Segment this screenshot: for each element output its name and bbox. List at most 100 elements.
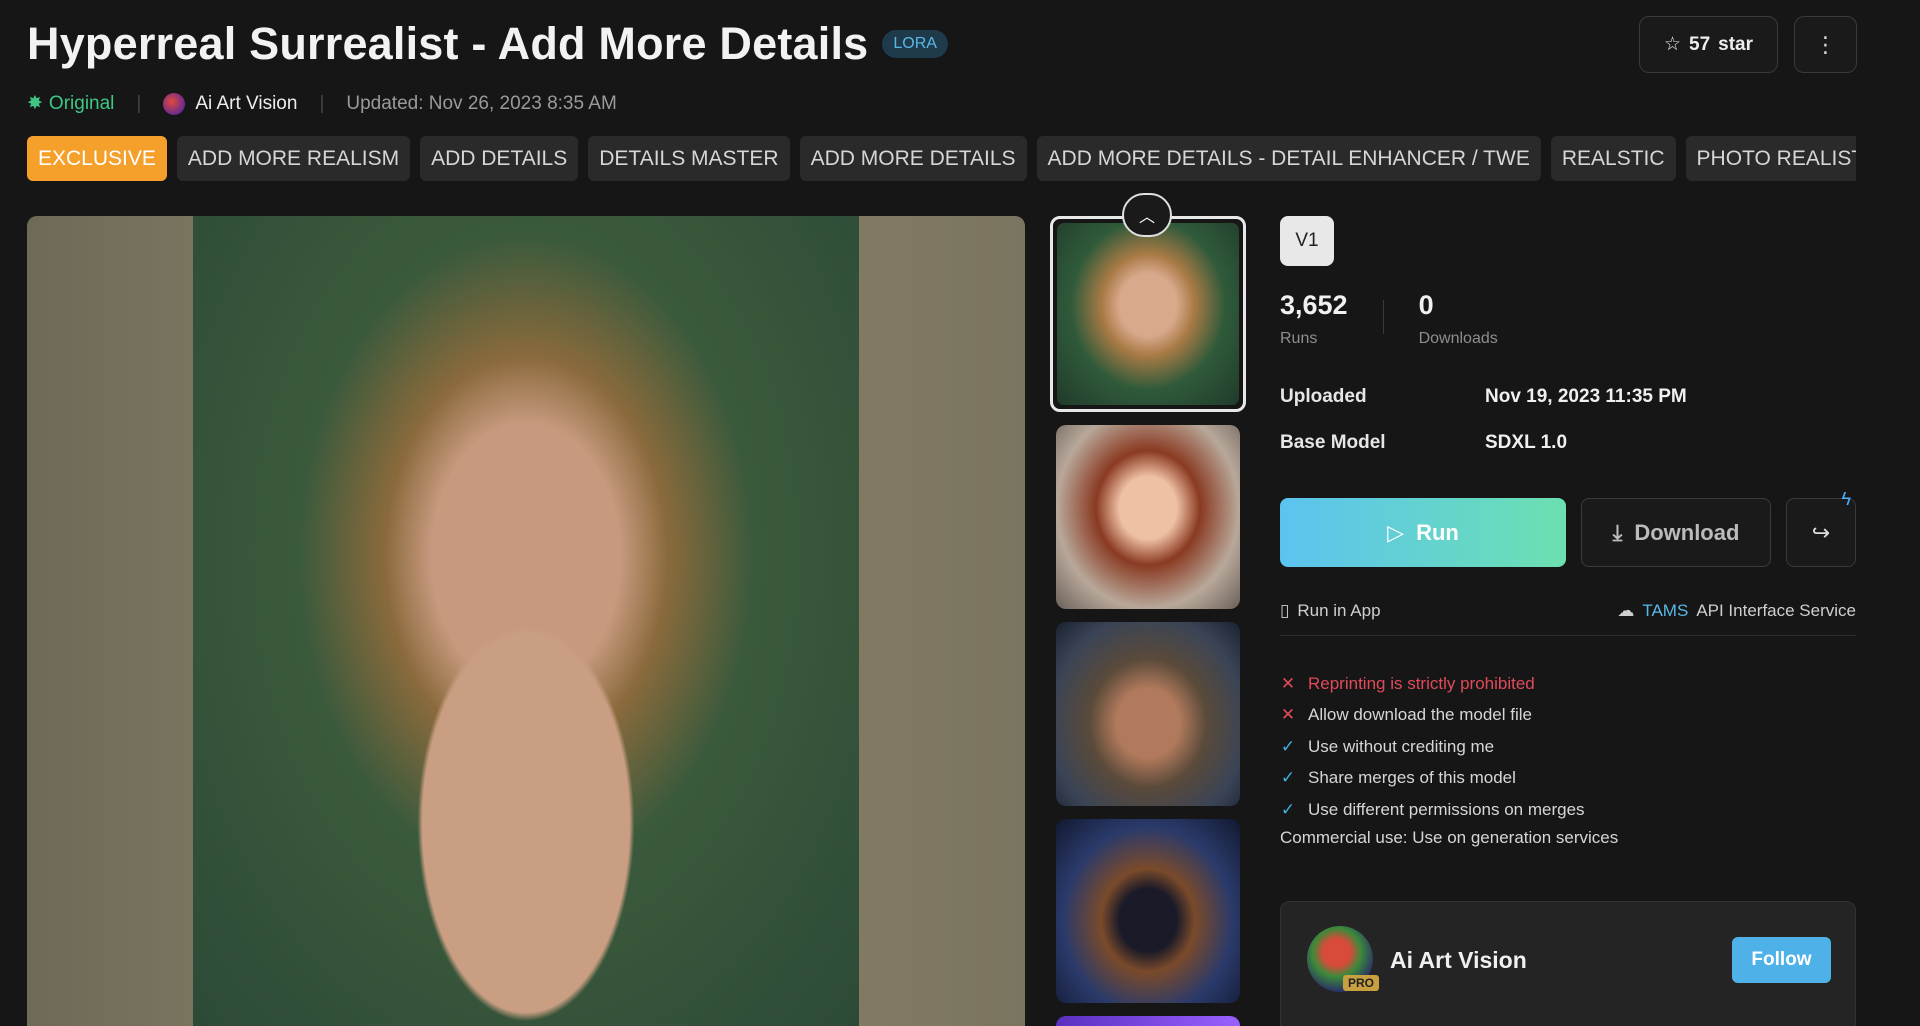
model-info-panel: V1 3,652 Runs 0 Downloads Uploaded Nov 1…	[1280, 216, 1856, 848]
model-details: Uploaded Nov 19, 2023 11:35 PM Base Mode…	[1280, 386, 1856, 478]
original-star-icon: ✸	[27, 93, 43, 114]
author-avatar	[163, 92, 186, 115]
check-icon: ✓	[1280, 799, 1296, 819]
thumbnail-image	[1057, 223, 1239, 405]
original-text: Original	[48, 92, 115, 114]
meta-row: ✸ Original | Ai Art Vision | Updated: No…	[27, 92, 617, 115]
title-row: Hyperreal Surrealist - Add More Details …	[27, 18, 948, 70]
divider	[1382, 300, 1384, 334]
run-in-app-link[interactable]: ▯ Run in App	[1280, 601, 1381, 621]
permission-item: ✓ Use different permissions on merges	[1280, 794, 1856, 826]
updated-date: Updated: Nov 26, 2023 8:35 AM	[346, 92, 617, 114]
header-actions: ☆ 57 star ⋮	[1639, 16, 1857, 73]
base-model-label: Base Model	[1280, 432, 1386, 453]
tag-list: EXCLUSIVE ADD MORE REALISM ADD DETAILS D…	[27, 136, 1856, 181]
thumbnail[interactable]	[1056, 622, 1240, 806]
page-title: Hyperreal Surrealist - Add More Details	[27, 18, 869, 69]
thumbnail-list	[1050, 216, 1246, 1026]
check-icon: ✓	[1280, 768, 1296, 788]
thumbnail-image	[1056, 819, 1240, 1003]
tag[interactable]: PHOTO REALISTIC	[1685, 136, 1856, 181]
download-label: Download	[1634, 519, 1740, 545]
star-count: 57	[1689, 33, 1711, 55]
cross-icon: ✕	[1280, 673, 1296, 693]
downloads-count: 0	[1418, 290, 1434, 320]
share-button[interactable]: ↪ ϟ	[1786, 489, 1856, 567]
tag[interactable]: DETAILS MASTER	[588, 136, 790, 181]
runs-stat: 3,652 Runs	[1280, 290, 1348, 348]
author-name: Ai Art Vision	[195, 92, 298, 114]
play-icon: ▷	[1387, 519, 1405, 545]
tag[interactable]: ADD MORE REALISM	[176, 136, 411, 181]
permission-text: Use different permissions on merges	[1308, 799, 1585, 819]
share-icon: ↪	[1811, 519, 1831, 545]
scroll-up-button[interactable]: ︿	[1122, 193, 1172, 237]
star-icon: ☆	[1663, 34, 1682, 55]
commercial-use: Commercial use: Use on generation servic…	[1280, 827, 1619, 847]
thumbnail-image	[1056, 622, 1240, 806]
follow-button[interactable]: Follow	[1732, 937, 1831, 983]
thumbnail[interactable]	[1050, 216, 1246, 412]
tag-exclusive[interactable]: EXCLUSIVE	[27, 136, 167, 181]
download-icon: ⤓	[1612, 519, 1623, 545]
tams-label: TAMS	[1642, 601, 1689, 620]
thumbnail-image	[1056, 1016, 1240, 1026]
permission-text: Use without crediting me	[1308, 736, 1495, 756]
permission-text: Reprinting is strictly prohibited	[1308, 673, 1535, 693]
model-type-badge: LORA	[882, 30, 948, 58]
phone-icon: ▯	[1280, 601, 1290, 620]
permission-item: ✓ Share merges of this model	[1280, 763, 1856, 795]
runs-label: Runs	[1280, 330, 1318, 347]
tag[interactable]: ADD MORE DETAILS	[799, 136, 1027, 181]
permission-item: ✕ Reprinting is strictly prohibited	[1280, 668, 1856, 700]
cross-icon: ✕	[1280, 705, 1296, 725]
base-model-value: SDXL 1.0	[1485, 432, 1568, 453]
runs-count: 3,652	[1280, 290, 1348, 320]
divider: |	[319, 92, 325, 114]
permission-text: Share merges of this model	[1308, 768, 1516, 788]
author-card: PRO Ai Art Vision Follow	[1280, 901, 1856, 1026]
star-button[interactable]: ☆ 57 star	[1639, 16, 1778, 73]
cloud-icon: ☁	[1617, 601, 1635, 620]
base-model-row: Base Model SDXL 1.0	[1280, 432, 1856, 478]
service-links: ▯ Run in App ☁ TAMS API Interface Servic…	[1280, 601, 1856, 636]
download-button[interactable]: ⤓ Download	[1581, 498, 1771, 567]
thumbnail[interactable]	[1056, 819, 1240, 1003]
uploaded-label: Uploaded	[1280, 386, 1367, 407]
portrait-image	[193, 216, 859, 1026]
run-button[interactable]: ▷ Run	[1280, 498, 1566, 567]
stats: 3,652 Runs 0 Downloads	[1280, 290, 1856, 348]
permission-text: Allow download the model file	[1308, 705, 1532, 725]
pro-badge: PRO	[1343, 975, 1380, 991]
author-link[interactable]: Ai Art Vision	[163, 92, 298, 115]
version-tab[interactable]: V1	[1280, 216, 1334, 266]
run-label: Run	[1416, 519, 1459, 545]
more-options-button[interactable]: ⋮	[1794, 16, 1857, 73]
check-icon: ✓	[1280, 736, 1296, 756]
action-buttons: ▷ Run ⤓ Download ↪ ϟ	[1280, 489, 1856, 567]
original-label: ✸ Original	[27, 92, 114, 115]
chevron-up-icon: ︿	[1138, 209, 1155, 226]
tag[interactable]: REALSTIC	[1550, 136, 1676, 181]
main-preview-image[interactable]	[27, 216, 1025, 1026]
api-label: API Interface Service	[1696, 601, 1856, 620]
tag[interactable]: ADD DETAILS	[420, 136, 579, 181]
permission-item: ✓ Use without crediting me	[1280, 731, 1856, 763]
star-label: star	[1718, 33, 1754, 55]
uploaded-row: Uploaded Nov 19, 2023 11:35 PM	[1280, 386, 1856, 432]
uploaded-value: Nov 19, 2023 11:35 PM	[1485, 386, 1687, 407]
permissions-list: ✕ Reprinting is strictly prohibited ✕ Al…	[1280, 668, 1856, 848]
thumbnail-image	[1056, 425, 1240, 609]
lightning-icon: ϟ	[1841, 489, 1851, 509]
run-in-app-label: Run in App	[1297, 601, 1381, 620]
thumbnail[interactable]	[1056, 1016, 1240, 1026]
divider: |	[136, 92, 142, 114]
api-service-link[interactable]: ☁ TAMS API Interface Service	[1617, 601, 1856, 621]
tag[interactable]: ADD MORE DETAILS - DETAIL ENHANCER / TWE	[1036, 136, 1541, 181]
downloads-label: Downloads	[1418, 330, 1498, 347]
thumbnail[interactable]	[1056, 425, 1240, 609]
permission-item: ✕ Allow download the model file	[1280, 700, 1856, 732]
more-vertical-icon: ⋮	[1814, 31, 1837, 57]
downloads-stat: 0 Downloads	[1419, 290, 1498, 348]
author-card-name[interactable]: Ai Art Vision	[1390, 947, 1527, 974]
